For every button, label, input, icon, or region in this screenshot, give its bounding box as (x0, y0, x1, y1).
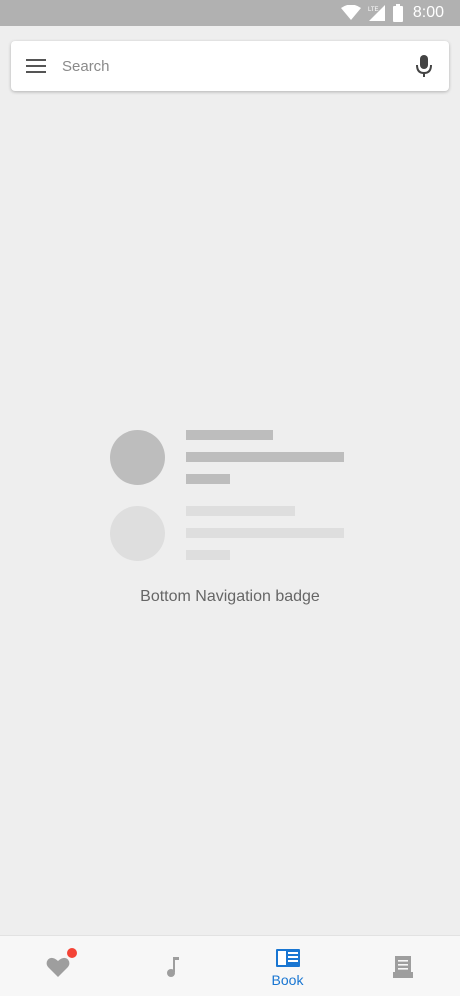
empty-state-illustration (0, 0, 460, 996)
nav-label-book: Book (271, 971, 304, 988)
network-type-label: LTE (368, 7, 379, 13)
newspaper-icon (391, 955, 415, 979)
nav-item-news[interactable] (345, 936, 460, 996)
status-time: 8:00 (412, 4, 444, 21)
nav-item-music[interactable] (115, 936, 230, 996)
heart-icon (46, 947, 77, 979)
placeholder-line (186, 506, 295, 516)
search-bar[interactable]: Search (11, 41, 449, 91)
placeholder-line (186, 474, 230, 484)
bottom-navigation: Book (0, 935, 460, 996)
status-icons: LTE 8:00 (340, 0, 444, 26)
empty-state-caption: Bottom Navigation badge (140, 588, 320, 605)
book-icon (275, 946, 300, 970)
nav-item-book[interactable]: Book (230, 936, 345, 996)
battery-icon (392, 4, 403, 22)
placeholder-line (186, 528, 344, 538)
placeholder-line (186, 550, 230, 560)
placeholder-line (186, 430, 273, 440)
music-note-icon (161, 955, 185, 979)
notification-badge (66, 947, 77, 958)
nav-item-favorites[interactable] (0, 936, 115, 996)
mic-icon[interactable] (412, 54, 436, 78)
status-bar: LTE 8:00 (0, 0, 460, 26)
app-screen: LTE 8:00 Search Bottom Navigation badge … (0, 0, 460, 996)
placeholder-avatar-1 (110, 430, 165, 485)
wifi-icon (340, 5, 361, 20)
search-input[interactable]: Search (62, 58, 412, 75)
placeholder-line (186, 452, 344, 462)
placeholder-avatar-2 (110, 506, 165, 561)
menu-icon[interactable] (24, 54, 48, 78)
cell-signal-icon: LTE (368, 5, 385, 21)
